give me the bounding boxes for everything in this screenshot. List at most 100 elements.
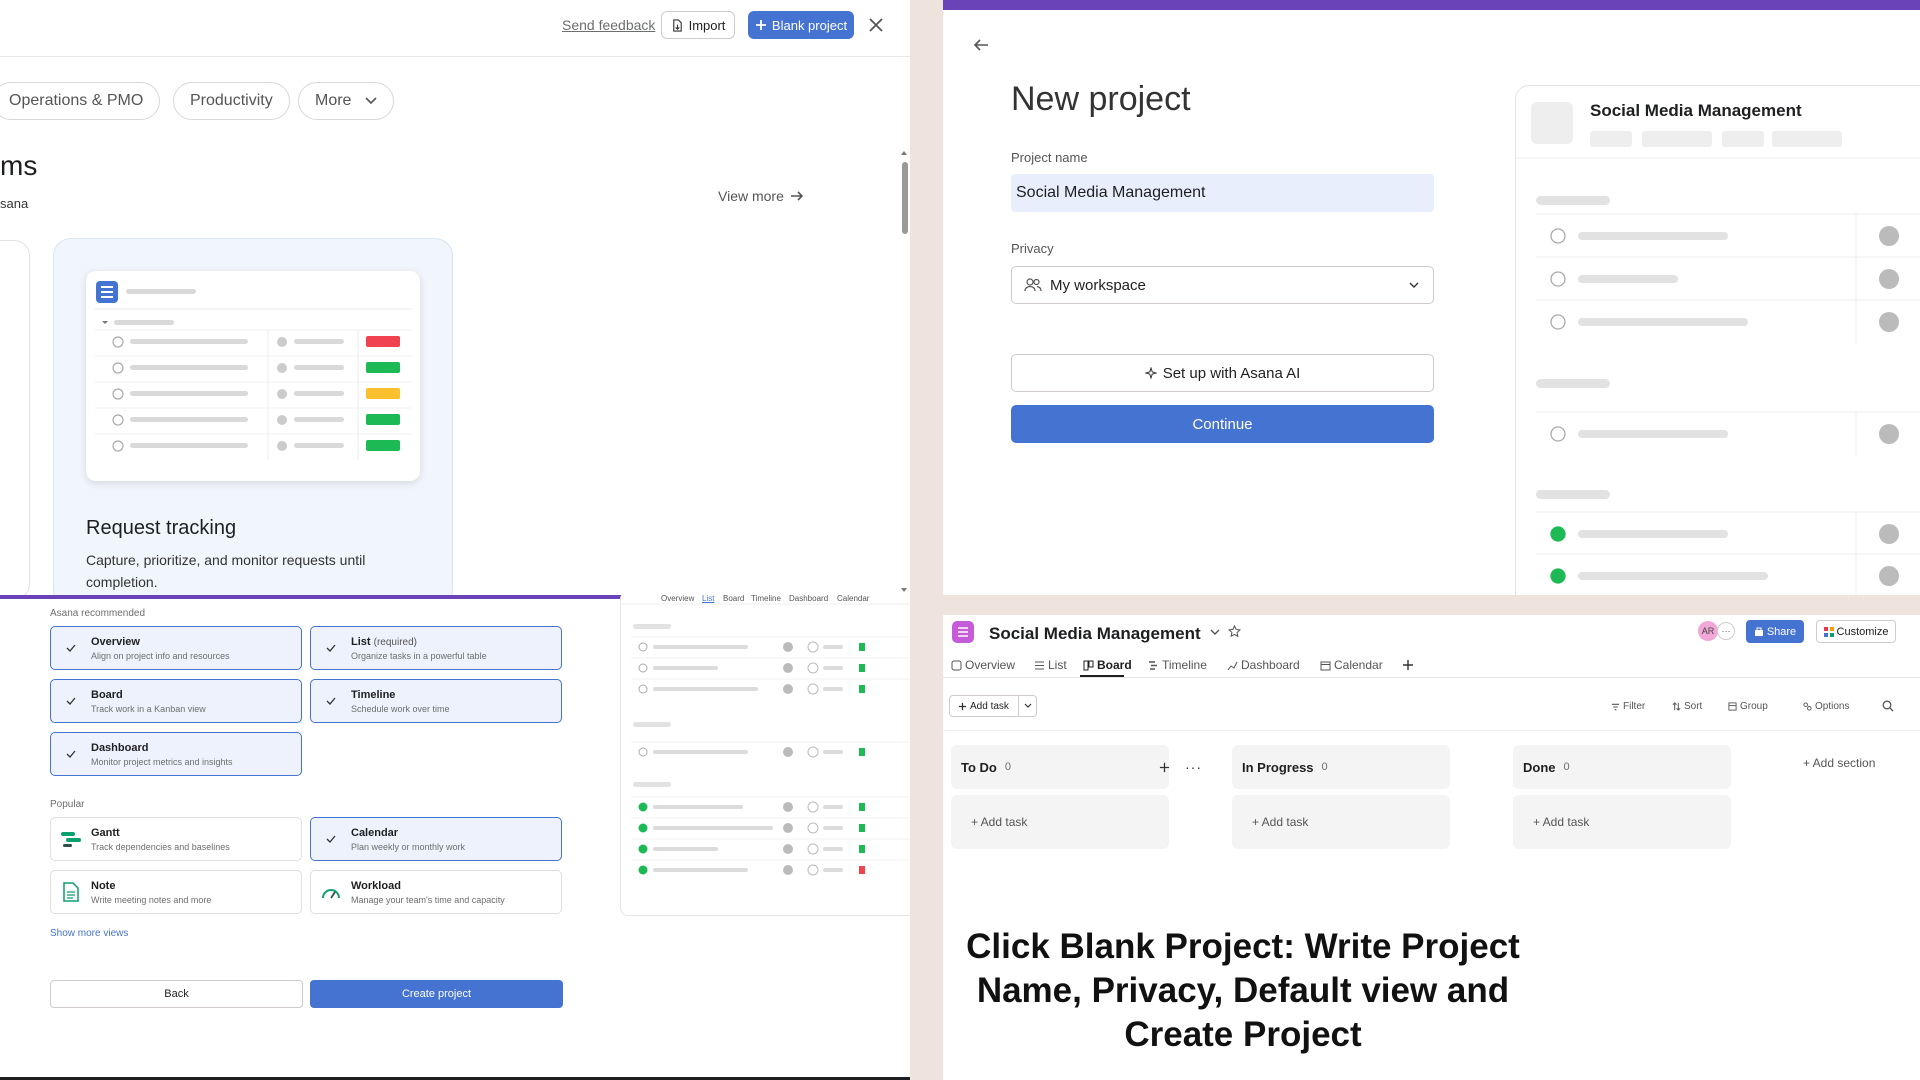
view-option-gantt[interactable]: Gantt Track dependencies and baselines <box>50 817 302 861</box>
check-circle-icon <box>638 865 648 875</box>
plus-icon[interactable] <box>1159 762 1170 773</box>
add-section-button[interactable]: + Add section <box>1803 756 1875 770</box>
skeleton-bar <box>1578 318 1748 326</box>
avatar-icon <box>783 747 793 757</box>
customize-button[interactable]: Customize <box>1816 620 1896 643</box>
sort-button[interactable]: Sort <box>1672 701 1702 712</box>
search-icon[interactable] <box>1882 700 1894 712</box>
column-header-in-progress[interactable]: In Progress 0 <box>1232 745 1450 789</box>
column-add-task[interactable]: + Add task <box>951 795 1169 849</box>
tab-label: Calendar <box>1334 658 1383 672</box>
list-icon <box>1035 661 1044 669</box>
avatar-icon <box>1879 269 1899 289</box>
calendar-icon <box>1320 661 1331 670</box>
add-task-button[interactable]: Add task <box>949 695 1037 717</box>
skeleton-bar <box>130 443 248 448</box>
status-tag <box>859 664 865 672</box>
skeleton-bar <box>823 645 843 649</box>
tab-label: List <box>1048 658 1067 672</box>
view-title: Workload <box>351 879 401 892</box>
skeleton-bar <box>823 750 843 754</box>
category-more[interactable]: More <box>298 82 395 120</box>
avatar-icon <box>783 823 793 833</box>
import-button[interactable]: Import <box>661 11 735 39</box>
continue-button[interactable]: Continue <box>1011 405 1434 443</box>
chevron-down-icon[interactable] <box>1024 703 1032 709</box>
group-button[interactable]: Group <box>1728 701 1768 712</box>
view-option-overview[interactable]: Overview Align on project info and resour… <box>50 626 302 670</box>
back-arrow-icon[interactable] <box>971 35 991 55</box>
view-option-calendar[interactable]: Calendar Plan weekly or monthly work <box>310 817 562 861</box>
category-productivity[interactable]: Productivity <box>173 82 290 120</box>
column-add-task[interactable]: + Add task <box>1513 795 1731 849</box>
view-title: List <box>351 635 371 648</box>
filter-button[interactable]: Filter <box>1611 701 1645 712</box>
add-task-label: Add task <box>970 700 1009 712</box>
check-circle-icon <box>638 684 648 694</box>
column-header-done[interactable]: Done 0 <box>1513 745 1731 789</box>
template-description: Capture, prioritize, and monitor request… <box>86 552 366 590</box>
back-button[interactable]: Back <box>50 980 303 1008</box>
share-button[interactable]: Share <box>1746 620 1804 643</box>
template-card-partial[interactable] <box>0 240 30 595</box>
add-tab-icon[interactable] <box>1402 659 1414 671</box>
view-option-dashboard[interactable]: Dashboard Monitor project metrics and ins… <box>50 732 302 776</box>
view-option-workload[interactable]: Workload Manage your team's time and capa… <box>310 870 562 914</box>
divider <box>943 730 1920 731</box>
setup-ai-button[interactable]: Set up with Asana AI <box>1011 354 1434 392</box>
template-preview-illustration <box>94 281 412 460</box>
skeleton-bar <box>294 443 344 448</box>
check-icon <box>66 697 76 705</box>
skeleton-bar <box>823 805 843 809</box>
view-more-link[interactable]: View more <box>718 188 804 204</box>
chevron-down-icon[interactable] <box>1210 628 1220 636</box>
category-operations[interactable]: Operations & PMO <box>0 82 161 120</box>
tab-overview[interactable]: Overview <box>951 658 1015 672</box>
dashboard-icon <box>1227 661 1238 670</box>
status-tag <box>859 685 865 693</box>
more-options-icon[interactable]: ··· <box>1185 759 1202 775</box>
star-icon[interactable] <box>1228 625 1241 638</box>
view-title: Calendar <box>351 826 399 839</box>
create-project-button[interactable]: Create project <box>310 980 563 1008</box>
avatar-icon <box>783 865 793 875</box>
more-members-icon[interactable]: ··· <box>1717 622 1735 640</box>
avatar[interactable]: AR <box>1698 621 1718 641</box>
section-heading: ms <box>0 150 38 181</box>
view-option-note[interactable]: Note Write meeting notes and more <box>50 870 302 914</box>
date-icon <box>807 801 819 813</box>
skeleton-bar <box>130 417 248 422</box>
avatar-icon <box>1879 566 1899 586</box>
view-option-timeline[interactable]: Timeline Schedule work over time <box>310 679 562 723</box>
view-option-list[interactable]: List (required) Organize tasks in a power… <box>310 626 562 670</box>
blank-project-button[interactable]: Blank project <box>748 11 854 39</box>
show-more-views-link[interactable]: Show more views <box>50 928 128 939</box>
board-icon <box>1083 660 1094 670</box>
tab-calendar[interactable]: Calendar <box>1320 658 1383 672</box>
check-icon <box>326 644 336 652</box>
check-circle-icon <box>1550 568 1566 584</box>
tab-board[interactable]: Board <box>1083 658 1132 672</box>
column-add-task[interactable]: + Add task <box>1232 795 1450 849</box>
view-desc: Schedule work over time <box>351 703 450 714</box>
skeleton-bar <box>653 868 748 872</box>
project-name-input[interactable]: Social Media Management <box>1011 174 1434 212</box>
status-tag <box>366 336 400 347</box>
scrollbar-thumb[interactable] <box>902 162 908 234</box>
column-header-todo[interactable]: To Do 0 ··· <box>951 745 1201 789</box>
view-option-board[interactable]: Board Track work in a Kanban view <box>50 679 302 723</box>
note-icon <box>63 882 79 902</box>
skeleton-bar <box>1578 572 1768 580</box>
privacy-select[interactable]: My workspace <box>1011 266 1434 304</box>
close-icon[interactable] <box>866 15 886 35</box>
tab-list[interactable]: List <box>1034 658 1067 672</box>
tab-timeline[interactable]: Timeline <box>1148 658 1207 672</box>
send-feedback-link[interactable]: Send feedback <box>562 17 655 33</box>
date-icon <box>807 641 819 653</box>
overview-icon <box>951 660 962 670</box>
project-title[interactable]: Social Media Management <box>989 624 1201 644</box>
options-button[interactable]: Options <box>1803 701 1849 712</box>
skeleton-bar <box>823 847 843 851</box>
tab-dashboard[interactable]: Dashboard <box>1227 658 1300 672</box>
check-circle-icon <box>638 802 648 812</box>
